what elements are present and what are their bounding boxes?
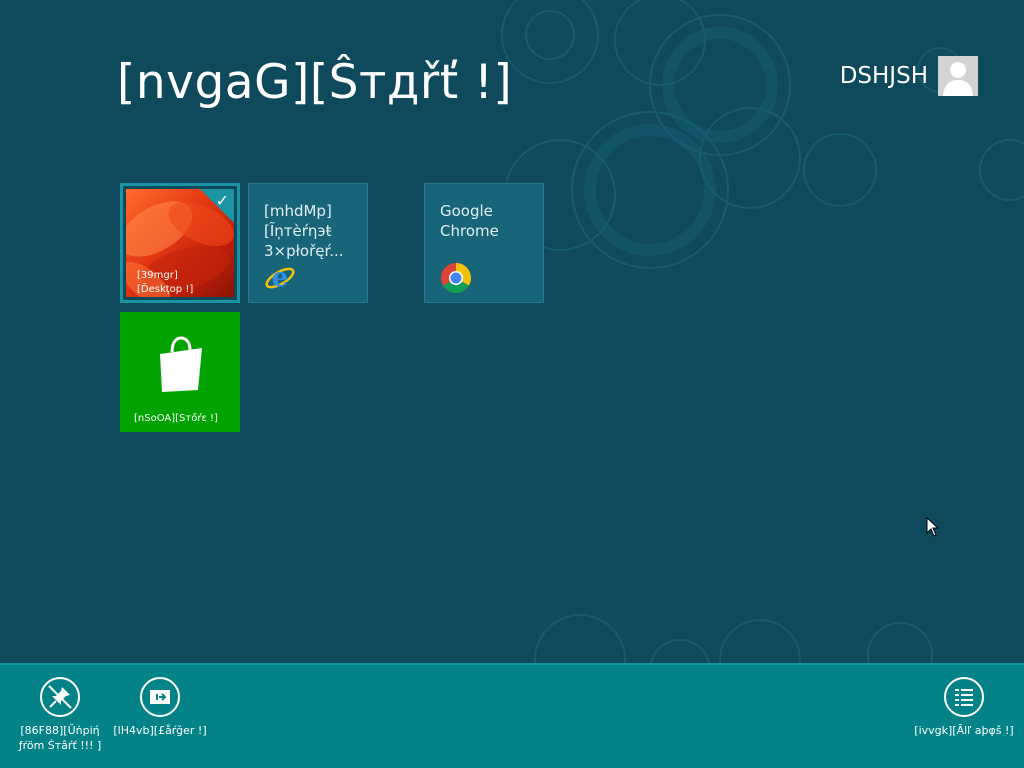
- chrome-icon: [441, 263, 471, 293]
- tile-store[interactable]: [nSoOA][Sтőŕɛ !]: [120, 312, 240, 432]
- tile-google-chrome[interactable]: Google Chrome: [424, 183, 544, 303]
- avatar: [938, 56, 978, 96]
- unpin-label: [86F88][Ŭńpiή ƒŕöm Śтâŕť !!! ]: [18, 724, 102, 752]
- tile-desktop-label: [39mgr] [Ďeskţop !]: [137, 270, 194, 295]
- mouse-pointer-icon: [926, 517, 940, 537]
- user-name: DSHJSH: [839, 63, 928, 89]
- all-apps-icon: [955, 689, 973, 706]
- all-apps-button[interactable]: [ivvgk][Ãlľ aþφš !]: [914, 677, 1014, 738]
- unpin-from-start-button[interactable]: [86F88][Ŭńpiή ƒŕöm Śтâŕť !!! ]: [10, 677, 110, 753]
- user-silhouette-icon: [943, 62, 973, 96]
- user-account[interactable]: DSHJSH: [840, 56, 978, 96]
- larger-label: [lH4vb][£åŕğer !]: [113, 724, 207, 737]
- unpin-icon: [48, 685, 72, 709]
- tile-store-label: [nSoOA][Sтőŕɛ !]: [134, 413, 218, 424]
- desktop-wallpaper-preview: ✓ [39mgr] [Ďeskţop !]: [126, 189, 234, 297]
- larger-button[interactable]: [lH4vb][£åŕğer !]: [110, 677, 210, 738]
- svg-text:e: e: [272, 263, 289, 293]
- tile-chrome-label: Google Chrome: [440, 202, 499, 240]
- app-bar: [86F88][Ŭńpiή ƒŕöm Śтâŕť !!! ] [lH4vb][£…: [0, 663, 1024, 768]
- shopping-bag-icon: [160, 336, 202, 392]
- checkmark-icon: ✓: [215, 191, 229, 210]
- tile-internet-explorer[interactable]: [mhdMp][Ĩņтèŕηэŧ 3×płořęŕ... e: [248, 183, 368, 303]
- tile-ie-label: [mhdMp][Ĩņтèŕηэŧ 3×płořęŕ...: [264, 202, 344, 260]
- tile-desktop[interactable]: ✓ [39mgr] [Ďeskţop !]: [120, 183, 240, 303]
- all-apps-label: [ivvgk][Ãlľ aþφš !]: [914, 724, 1014, 737]
- page-title: [nvgaG][Ŝтдřť !]: [117, 55, 513, 110]
- internet-explorer-icon: e: [265, 263, 295, 293]
- resize-larger-icon: [150, 690, 170, 704]
